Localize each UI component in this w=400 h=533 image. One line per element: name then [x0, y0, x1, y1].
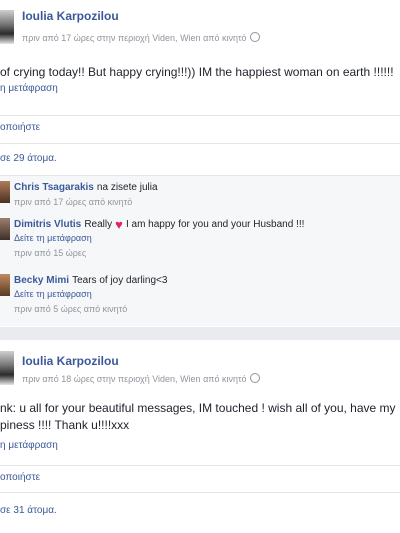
- comments-section: Chris Tsagarakis na zisete julia πριν απ…: [0, 175, 400, 326]
- commenter-name[interactable]: Dimitris Vlutis: [14, 219, 81, 230]
- commenter-avatar[interactable]: [0, 218, 10, 240]
- divider: [0, 115, 400, 116]
- likes-count[interactable]: σε 29 άτομα.: [0, 153, 57, 164]
- likes-count[interactable]: σε 31 άτομα.: [0, 505, 57, 516]
- comment-text: Really: [84, 219, 113, 230]
- post-text: of crying today!! But happy crying!!!)) …: [0, 65, 394, 79]
- see-translation-link[interactable]: Δείτε τη μετάφραση: [14, 289, 92, 299]
- post-card: Ioulia Karpozilou πριν από 18 ώρες στην …: [0, 340, 400, 533]
- comment-time[interactable]: πριν από 5 ώρες από κινητό: [14, 304, 127, 314]
- post-meta: πριν από 17 ώρες στην περιοχή Viden, Wie…: [22, 32, 260, 43]
- post-timestamp[interactable]: πριν από 18 ώρες στην περιοχή Viden, Wie…: [22, 374, 247, 384]
- avatar[interactable]: [0, 351, 14, 385]
- comment-time[interactable]: πριν από 17 ώρες από κινητό: [14, 197, 132, 207]
- comment-time[interactable]: πριν από 15 ώρες: [14, 248, 86, 258]
- post-author[interactable]: Ioulia Karpozilou: [22, 9, 119, 23]
- comment-text: Tears of joy darling<3: [72, 275, 168, 286]
- divider: [0, 465, 400, 466]
- post-meta: πριν από 18 ώρες στην περιοχή Viden, Wie…: [22, 373, 260, 384]
- avatar[interactable]: [0, 10, 14, 44]
- comment-text: na zisete julia: [96, 182, 158, 193]
- comment-text: I am happy for you and your Husband !!!: [125, 219, 305, 230]
- commenter-avatar[interactable]: [0, 274, 10, 296]
- commenter-avatar[interactable]: [0, 181, 10, 203]
- divider: [0, 143, 400, 144]
- post-author[interactable]: Ioulia Karpozilou: [22, 354, 119, 368]
- post-text: nk: u all for your beautiful messages, I…: [0, 401, 396, 415]
- post-card: Ioulia Karpozilou πριν από 17 ώρες στην …: [0, 0, 400, 328]
- see-translation-link[interactable]: Δείτε τη μετάφραση: [14, 233, 92, 243]
- post-text: piness !!!! Thank u!!!!xxx: [0, 418, 130, 432]
- see-translation-link[interactable]: η μετάφραση: [0, 83, 58, 94]
- divider: [0, 492, 400, 493]
- see-translation-link[interactable]: η μετάφραση: [0, 440, 58, 451]
- like-action[interactable]: οποιήστε: [0, 122, 40, 133]
- globe-icon: [249, 373, 260, 383]
- like-action[interactable]: οποιήστε: [0, 472, 40, 483]
- post-timestamp[interactable]: πριν από 17 ώρες στην περιοχή Viden, Wie…: [22, 33, 247, 43]
- feed-gap: [0, 327, 400, 340]
- commenter-name[interactable]: Chris Tsagarakis: [14, 182, 94, 193]
- heart-icon: ♥: [115, 217, 123, 232]
- commenter-name[interactable]: Becky Mimi: [14, 275, 69, 286]
- globe-icon: [249, 32, 260, 42]
